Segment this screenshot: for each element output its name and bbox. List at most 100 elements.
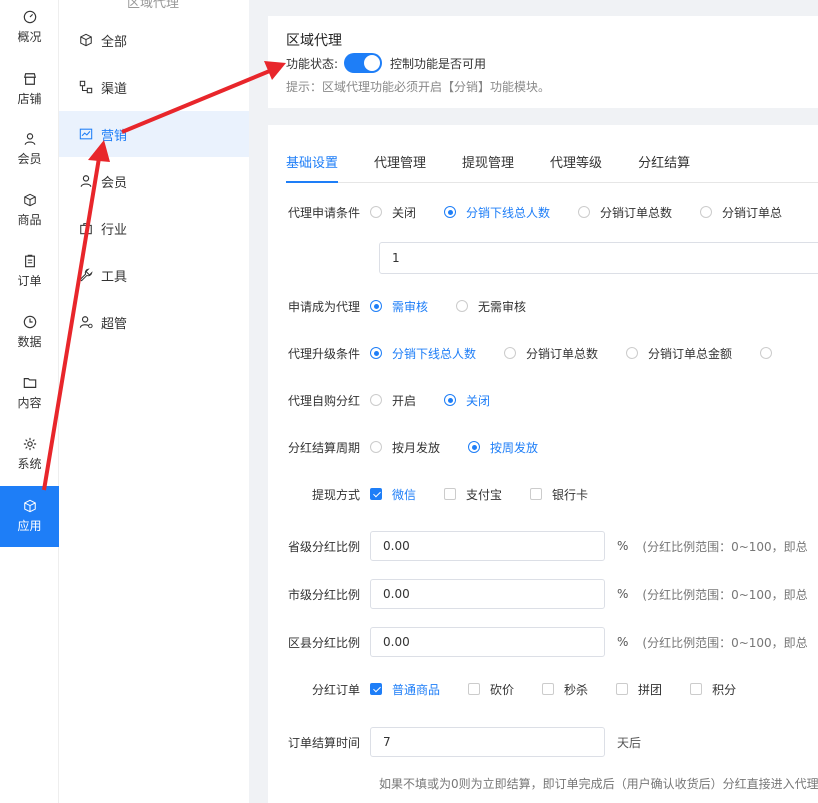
rail-item-apps[interactable]: 应用 xyxy=(0,486,59,547)
field-label: 分红结算周期 xyxy=(287,440,360,455)
apply-condition-option-order-total[interactable]: 分销订单总 xyxy=(700,204,782,221)
apply-condition-row: 代理申请条件 关闭 分销下线总人数 分销订单总数 分销订单总 xyxy=(268,198,810,226)
dividend-option-bargain[interactable]: 砍价 xyxy=(468,681,514,698)
field-label: 分红订单 xyxy=(311,682,360,697)
rail-item-orders[interactable]: 订单 xyxy=(0,242,59,300)
sub-item-all[interactable]: 全部 xyxy=(59,17,249,63)
withdraw-option-wechat[interactable]: 微信 xyxy=(370,486,416,503)
option-label: 分销订单总数 xyxy=(600,205,673,220)
dividend-orders-row: 分红订单 普通商品 砍价 秒杀 拼团 积分 xyxy=(268,675,764,703)
sub-item-member[interactable]: 会员 xyxy=(59,158,249,204)
rail-label: 数据 xyxy=(17,334,42,349)
radio xyxy=(370,441,382,453)
apply-condition-option-order-count[interactable]: 分销订单总数 xyxy=(578,204,672,221)
checkbox-checked xyxy=(370,683,382,695)
dividend-option-points[interactable]: 积分 xyxy=(690,681,736,698)
user-icon xyxy=(24,132,35,145)
radio-selected xyxy=(370,300,382,312)
field-label: 代理申请条件 xyxy=(287,205,360,220)
radio-selected xyxy=(444,206,457,218)
withdraw-method-row: 提现方式 微信 支付宝 银行卡 xyxy=(268,480,616,508)
submenu-top-label: 区域代理 xyxy=(127,0,180,11)
dividend-option-flash-sale[interactable]: 秒杀 xyxy=(542,681,588,698)
sub-item-label: 行业 xyxy=(101,222,128,238)
upgrade-option-more[interactable] xyxy=(760,347,782,359)
option-label: 需审核 xyxy=(392,299,429,314)
unit-label: % xyxy=(617,635,629,649)
sub-item-marketing[interactable]: 营销 xyxy=(59,111,249,157)
clock-icon xyxy=(23,315,36,328)
option-label: 普通商品 xyxy=(392,682,441,697)
option-label: 分销订单总金额 xyxy=(648,346,733,361)
sub-item-label: 工具 xyxy=(101,269,128,285)
rail-item-goods[interactable]: 商品 xyxy=(0,181,59,239)
tab-basic-settings[interactable]: 基础设置 xyxy=(286,149,339,183)
tab-agent-level[interactable]: 代理等级 xyxy=(550,149,602,183)
apply-condition-option-close[interactable]: 关闭 xyxy=(370,204,416,221)
channel-icon xyxy=(79,80,93,94)
county-ratio-input[interactable] xyxy=(370,627,605,657)
unit-label: % xyxy=(617,539,629,553)
self-purchase-option-on[interactable]: 开启 xyxy=(370,392,416,409)
clipboard-icon xyxy=(24,254,35,267)
apply-condition-value-input[interactable] xyxy=(379,242,818,274)
rail-item-overview[interactable]: 概况 xyxy=(0,0,59,54)
option-label: 分销下线总人数 xyxy=(466,205,551,220)
dividend-option-normal[interactable]: 普通商品 xyxy=(370,681,440,698)
rail-item-member[interactable]: 会员 xyxy=(0,120,59,178)
settle-time-input[interactable] xyxy=(370,727,605,757)
tab-bar: 基础设置 代理管理 提现管理 代理等级 分红结算 xyxy=(286,149,818,183)
upgrade-option-downline[interactable]: 分销下线总人数 xyxy=(370,345,476,362)
tab-withdraw-management[interactable]: 提现管理 xyxy=(462,149,514,183)
apply-review-option-required[interactable]: 需审核 xyxy=(370,298,428,315)
sub-item-tools[interactable]: 工具 xyxy=(59,252,249,298)
rail-label: 内容 xyxy=(17,395,42,410)
page-title: 区域代理 xyxy=(286,33,342,49)
sub-item-label: 渠道 xyxy=(101,81,128,97)
rail-item-system[interactable]: 系统 xyxy=(0,425,59,483)
rail-item-content[interactable]: 内容 xyxy=(0,364,59,422)
field-label: 代理升级条件 xyxy=(287,346,360,361)
sub-item-channel[interactable]: 渠道 xyxy=(59,64,249,110)
sub-item-superadmin[interactable]: 超管 xyxy=(59,299,249,345)
rail-label: 应用 xyxy=(17,519,42,533)
upgrade-option-order-count[interactable]: 分销订单总数 xyxy=(504,345,598,362)
withdraw-option-alipay[interactable]: 支付宝 xyxy=(444,486,502,503)
apply-review-option-none[interactable]: 无需审核 xyxy=(456,298,526,315)
settle-period-option-weekly[interactable]: 按周发放 xyxy=(468,439,538,456)
province-ratio-input[interactable] xyxy=(370,531,605,561)
cube-icon xyxy=(80,33,92,47)
wrench-icon xyxy=(79,268,93,282)
range-hint: (分红比例范围：0~100，即总 xyxy=(642,635,808,650)
checkbox xyxy=(690,683,703,695)
admin-icon xyxy=(79,316,93,329)
chart-icon xyxy=(79,128,93,140)
rail-item-store[interactable]: 店铺 xyxy=(0,60,59,118)
tab-agent-management[interactable]: 代理管理 xyxy=(374,149,426,183)
withdraw-option-bankcard[interactable]: 银行卡 xyxy=(530,486,588,503)
radio xyxy=(370,394,382,406)
self-purchase-option-off[interactable]: 关闭 xyxy=(444,392,490,409)
field-label: 申请成为代理 xyxy=(287,299,360,314)
radio xyxy=(370,206,382,218)
hint-text: 提示：区域代理功能必须开启【分销】功能模块。 xyxy=(286,80,551,94)
option-label: 关闭 xyxy=(466,393,491,408)
city-ratio-input[interactable] xyxy=(370,579,605,609)
rail-item-data[interactable]: 数据 xyxy=(0,303,59,361)
dividend-option-group-buy[interactable]: 拼团 xyxy=(616,681,662,698)
apply-condition-option-downline[interactable]: 分销下线总人数 xyxy=(444,204,550,221)
rail-label: 订单 xyxy=(17,273,42,288)
self-purchase-row: 代理自购分红 开启 关闭 xyxy=(268,386,518,414)
rail-label: 商品 xyxy=(17,212,42,227)
option-label: 按月发放 xyxy=(392,440,441,455)
tab-dividend-settlement[interactable]: 分红结算 xyxy=(638,149,690,183)
gauge-icon xyxy=(23,10,36,23)
upgrade-option-order-amount[interactable]: 分销订单总金额 xyxy=(626,345,732,362)
settle-period-option-monthly[interactable]: 按月发放 xyxy=(370,439,440,456)
settings-card: 基础设置 代理管理 提现管理 代理等级 分红结算 代理申请条件 关闭 分销下线总… xyxy=(268,125,818,803)
county-ratio-row: 区县分红比例 % (分红比例范围：0~100，即总 xyxy=(268,626,808,658)
settle-time-note: 如果不填或为0则为立即结算，即订单完成后（用户确认收货后）分红直接进入代理 xyxy=(379,777,818,791)
sub-item-industry[interactable]: 行业 xyxy=(59,205,249,251)
apply-value-row xyxy=(379,242,818,274)
status-toggle[interactable] xyxy=(344,53,383,73)
